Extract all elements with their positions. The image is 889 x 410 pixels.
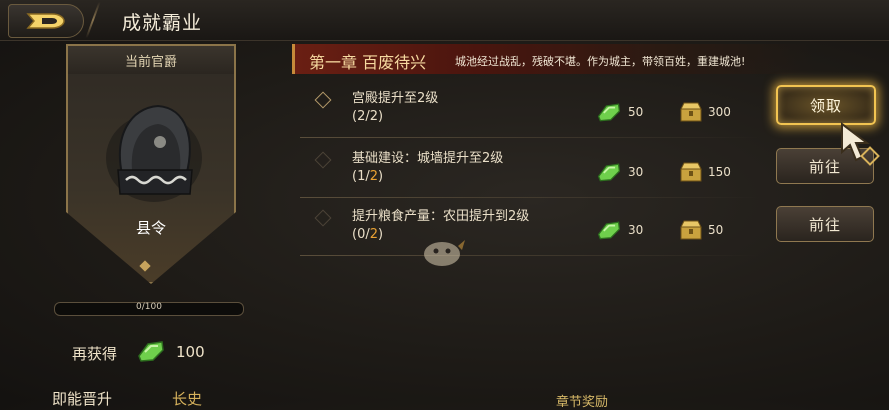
promotion-label: 即能晋升 — [52, 390, 113, 408]
quest-progress-needed: 2 — [369, 109, 379, 124]
rank-panel: 当前官爵 县令 — [66, 44, 236, 284]
quest-progress: (1/2) — [352, 169, 384, 184]
quest-title: 基础建设：城墙提升至2级 — [352, 151, 504, 166]
header-divider — [85, 2, 101, 38]
quest-diamond-icon — [314, 151, 332, 169]
chapter-title: 第一章 百废待兴 — [309, 53, 427, 72]
quest-title: 提升粮食产量：农田提升到2级 — [352, 209, 530, 224]
mascot-watermark-icon — [424, 240, 465, 266]
rank-heading: 当前官爵 — [68, 46, 234, 74]
quest-progress: (0/2) — [352, 227, 384, 242]
quest-divider — [300, 255, 760, 256]
quest-row: 宫殿提升至2级 (2/2) 50 300 领取 — [300, 82, 876, 138]
quest-progress: (2/2) — [352, 109, 384, 124]
quest-divider — [300, 137, 760, 138]
quest-progress-current: 2 — [357, 109, 366, 124]
reward-value: 100 — [176, 343, 205, 361]
quest-diamond-icon — [314, 91, 332, 109]
rank-name: 县令 — [135, 219, 166, 237]
pointer-hand-icon — [841, 122, 880, 166]
top-bar: 成就霸业 — [0, 0, 889, 41]
gold-chest-icon — [680, 220, 702, 240]
quest-progress-current: 0 — [357, 227, 366, 242]
jade-icon — [138, 341, 164, 362]
quest-progress-needed: 2 — [369, 227, 379, 242]
reward-label: 再获得 — [72, 345, 118, 363]
chapter-reward-label: 章节奖励 — [556, 395, 609, 410]
quest-divider — [300, 197, 760, 198]
quest-jade-reward: 30 — [628, 223, 644, 237]
quest-row: 提升粮食产量：农田提升到2级 (0/2) 30 50 前往 — [300, 200, 874, 256]
quest-gold-reward: 150 — [708, 165, 731, 179]
quest-jade-reward: 50 — [628, 105, 644, 119]
chapter-description: 城池经过战乱，残破不堪。作为城主，带领百姓，重建城池! — [455, 55, 746, 68]
quest-title: 宫殿提升至2级 — [352, 91, 439, 106]
chapter-banner: 第一章 百废待兴 城池经过战乱，残破不堪。作为城主，带领百姓，重建城池! — [292, 44, 815, 74]
quest-diamond-icon — [314, 209, 332, 227]
quest-gold-reward: 300 — [708, 105, 731, 119]
page-title: 成就霸业 — [122, 12, 203, 34]
rank-progress-text: 0/100 — [136, 302, 162, 312]
gold-chest-icon — [680, 102, 702, 122]
promotion-value: 长史 — [172, 390, 203, 408]
jade-icon — [597, 103, 621, 122]
back-button[interactable] — [8, 4, 84, 38]
quest-gold-reward: 50 — [708, 223, 724, 237]
rank-progress-bar: 0/100 — [54, 302, 244, 316]
quest-progress-needed: 2 — [369, 169, 379, 184]
go-button[interactable]: 前往 — [776, 206, 874, 242]
quest-row: 基础建设：城墙提升至2级 (1/2) 30 150 前往 — [300, 142, 874, 198]
jade-icon — [597, 221, 621, 240]
gold-chest-icon — [680, 162, 702, 182]
quest-jade-reward: 30 — [628, 165, 644, 179]
jade-icon — [597, 163, 621, 182]
claim-button[interactable]: 领取 — [776, 85, 876, 125]
quest-progress-current: 1 — [357, 169, 366, 184]
official-hat-icon — [106, 104, 202, 202]
back-arrow-icon — [26, 13, 65, 29]
